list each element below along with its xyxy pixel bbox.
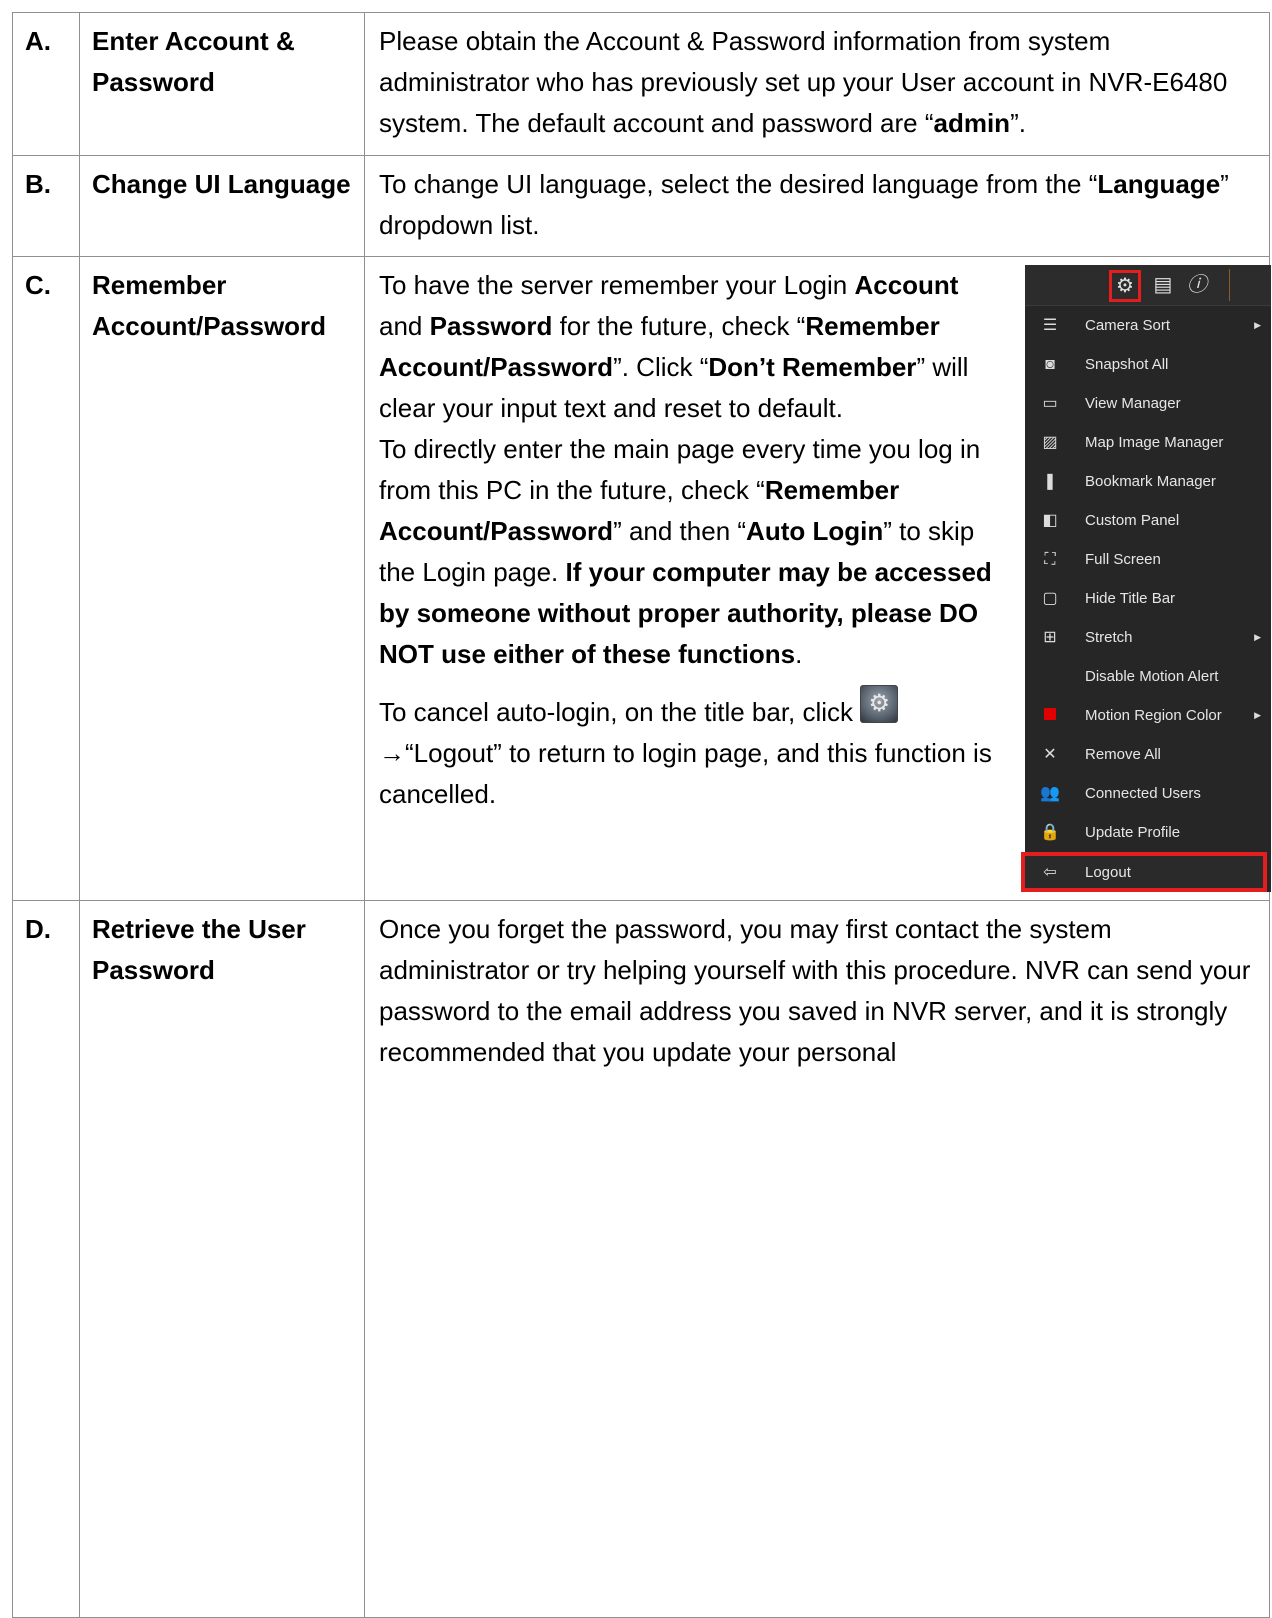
- menu-item[interactable]: ❚ Bookmark Manager: [1025, 462, 1271, 501]
- cancel-auto-login-text: To cancel auto-login, on the title bar, …: [379, 697, 854, 727]
- gear-icon: ⚙: [860, 685, 899, 723]
- menu-item-label: Snapshot All: [1085, 356, 1169, 373]
- submenu-arrow-icon: ▶: [1254, 710, 1261, 720]
- table-row: C. Remember Account/Password To have the…: [12, 256, 1271, 901]
- settings-menu: ⚙ ▤ ⓘ ☰ Camera Sort ▶ ◙ Snapshot All ▭ View Ma…: [1021, 265, 1271, 892]
- text-run: Please obtain the Account & Password inf…: [379, 26, 1228, 138]
- menu-item-label: Custom Panel: [1085, 512, 1180, 529]
- menu-item[interactable]: ⛶ Full Screen: [1025, 540, 1271, 579]
- row-title: Remember Account/Password: [79, 256, 365, 901]
- menu-item-label: Stretch: [1085, 629, 1133, 646]
- menu-item-label: Map Image Manager: [1085, 434, 1224, 451]
- text-run: ”. Click “: [613, 352, 709, 382]
- list-icon: ☰: [1042, 317, 1058, 334]
- submenu-arrow-icon: ▶: [1254, 320, 1261, 330]
- menu-item[interactable]: ☰ Camera Sort ▶: [1025, 306, 1271, 345]
- lock-icon: 🔒: [1040, 824, 1060, 841]
- row-description: Please obtain the Account & Password inf…: [364, 12, 1270, 156]
- text-run: .: [795, 639, 803, 669]
- description-paragraph-1: To have the server remember your Login A…: [379, 265, 1007, 429]
- color-square-icon: [1037, 695, 1063, 736]
- description-text: Once you forget the password, you may fi…: [379, 909, 1259, 1073]
- text-run: for the future, check “: [552, 311, 806, 341]
- row-letter: A.: [12, 12, 80, 156]
- menu-item-label: Connected Users: [1085, 785, 1201, 802]
- description-paragraph-4: →“Logout” to return to login page, and t…: [379, 738, 992, 809]
- row-description: To change UI language, select the desire…: [364, 155, 1270, 257]
- toolbar-divider: [1229, 269, 1230, 301]
- menu-item-label: Bookmark Manager: [1085, 473, 1216, 490]
- panel-icon: ◧: [1042, 512, 1058, 529]
- menu-item[interactable]: ▭ View Manager: [1025, 384, 1271, 423]
- menu-screenshot: ⚙ ▤ ⓘ ☰ Camera Sort ▶ ◙ Snapshot All ▭ View Ma…: [1021, 265, 1271, 892]
- bold-text: Account: [854, 270, 959, 300]
- row-description: Once you forget the password, you may fi…: [364, 900, 1270, 1618]
- menu-toolbar: ⚙ ▤ ⓘ: [1025, 265, 1271, 306]
- description-paragraph-2: To directly enter the main page every ti…: [379, 429, 1007, 675]
- instruction-table: A. Enter Account & Password Please obtai…: [12, 12, 1271, 1618]
- bold-text: Password: [429, 311, 553, 341]
- menu-item[interactable]: ◧ Custom Panel: [1025, 501, 1271, 540]
- stretch-icon: ⊞: [1043, 629, 1057, 646]
- row-letter: D.: [12, 900, 80, 1618]
- row-description: To have the server remember your Login A…: [364, 256, 1271, 901]
- menu-item-label: Logout: [1085, 863, 1131, 881]
- row-letter: B.: [12, 155, 80, 257]
- info-icon[interactable]: ⓘ: [1183, 271, 1211, 299]
- text-run: To change UI language, select the desire…: [379, 169, 1098, 199]
- bold-text: Language: [1097, 169, 1221, 199]
- menu-items: ☰ Camera Sort ▶ ◙ Snapshot All ▭ View Manager ▨…: [1025, 306, 1271, 852]
- menu-item-label: Hide Title Bar: [1085, 590, 1176, 607]
- menu-item-label: Disable Motion Alert: [1085, 668, 1219, 685]
- close-icon: ✕: [1043, 746, 1057, 763]
- menu-item[interactable]: Motion Region Color ▶: [1025, 696, 1271, 735]
- document-icon[interactable]: ▤: [1149, 271, 1177, 299]
- description-paragraph-3: To cancel auto-login, on the title bar, …: [379, 685, 1007, 733]
- menu-item-label: Full Screen: [1085, 551, 1161, 568]
- row-title: Change UI Language: [79, 155, 365, 257]
- menu-item-label: Remove All: [1085, 746, 1161, 763]
- menu-item[interactable]: ▨ Map Image Manager: [1025, 423, 1271, 462]
- titlebar-icon: ▢: [1042, 590, 1058, 607]
- row-title: Enter Account & Password: [79, 12, 365, 156]
- menu-item-label: View Manager: [1085, 395, 1181, 412]
- bold-text: Auto Login: [746, 516, 884, 546]
- submenu-arrow-icon: ▶: [1254, 632, 1261, 642]
- menu-item[interactable]: ⊞ Stretch ▶: [1025, 618, 1271, 657]
- row-letter: C.: [12, 256, 80, 901]
- menu-item-label: Update Profile: [1085, 824, 1181, 841]
- fullscreen-icon: ⛶: [1044, 551, 1056, 568]
- menu-item[interactable]: ◙ Snapshot All: [1025, 345, 1271, 384]
- text-run: and: [379, 311, 430, 341]
- table-row: B. Change UI Language To change UI langu…: [12, 155, 1270, 257]
- description-text: Please obtain the Account & Password inf…: [379, 21, 1259, 144]
- menu-item[interactable]: 👥 Connected Users: [1025, 774, 1271, 813]
- text-run: To have the server remember your Login: [379, 270, 855, 300]
- bookmark-icon: ❚: [1043, 473, 1057, 490]
- menu-item-logout[interactable]: ⇦ Logout: [1021, 852, 1267, 892]
- table-row: A. Enter Account & Password Please obtai…: [12, 12, 1270, 156]
- users-icon: 👥: [1040, 785, 1060, 802]
- table-row: D. Retrieve the User Password Once you f…: [12, 900, 1270, 1618]
- menu-item[interactable]: ▢ Hide Title Bar: [1025, 579, 1271, 618]
- bold-text: Don’t Remember: [708, 352, 917, 382]
- text-run: ”.: [1010, 108, 1026, 138]
- camera-icon: ◙: [1045, 356, 1055, 373]
- menu-item-label: Motion Region Color: [1085, 707, 1222, 724]
- gear-icon[interactable]: ⚙: [1109, 270, 1141, 302]
- description-text: To change UI language, select the desire…: [379, 164, 1259, 246]
- bold-text: admin: [933, 108, 1011, 138]
- logout-icon: ⇦: [1043, 863, 1057, 881]
- text-run: ” and then “: [613, 516, 747, 546]
- image-icon: ▨: [1042, 434, 1058, 451]
- row-title: Retrieve the User Password: [79, 900, 365, 1618]
- menu-item[interactable]: Disable Motion Alert: [1025, 657, 1271, 696]
- menu-item[interactable]: 🔒 Update Profile: [1025, 813, 1271, 852]
- text-run: Once you forget the password, you may fi…: [379, 914, 1251, 1067]
- menu-item-label: Camera Sort: [1085, 317, 1171, 334]
- menu-item[interactable]: ✕ Remove All: [1025, 735, 1271, 774]
- window-icon: ▭: [1042, 395, 1058, 412]
